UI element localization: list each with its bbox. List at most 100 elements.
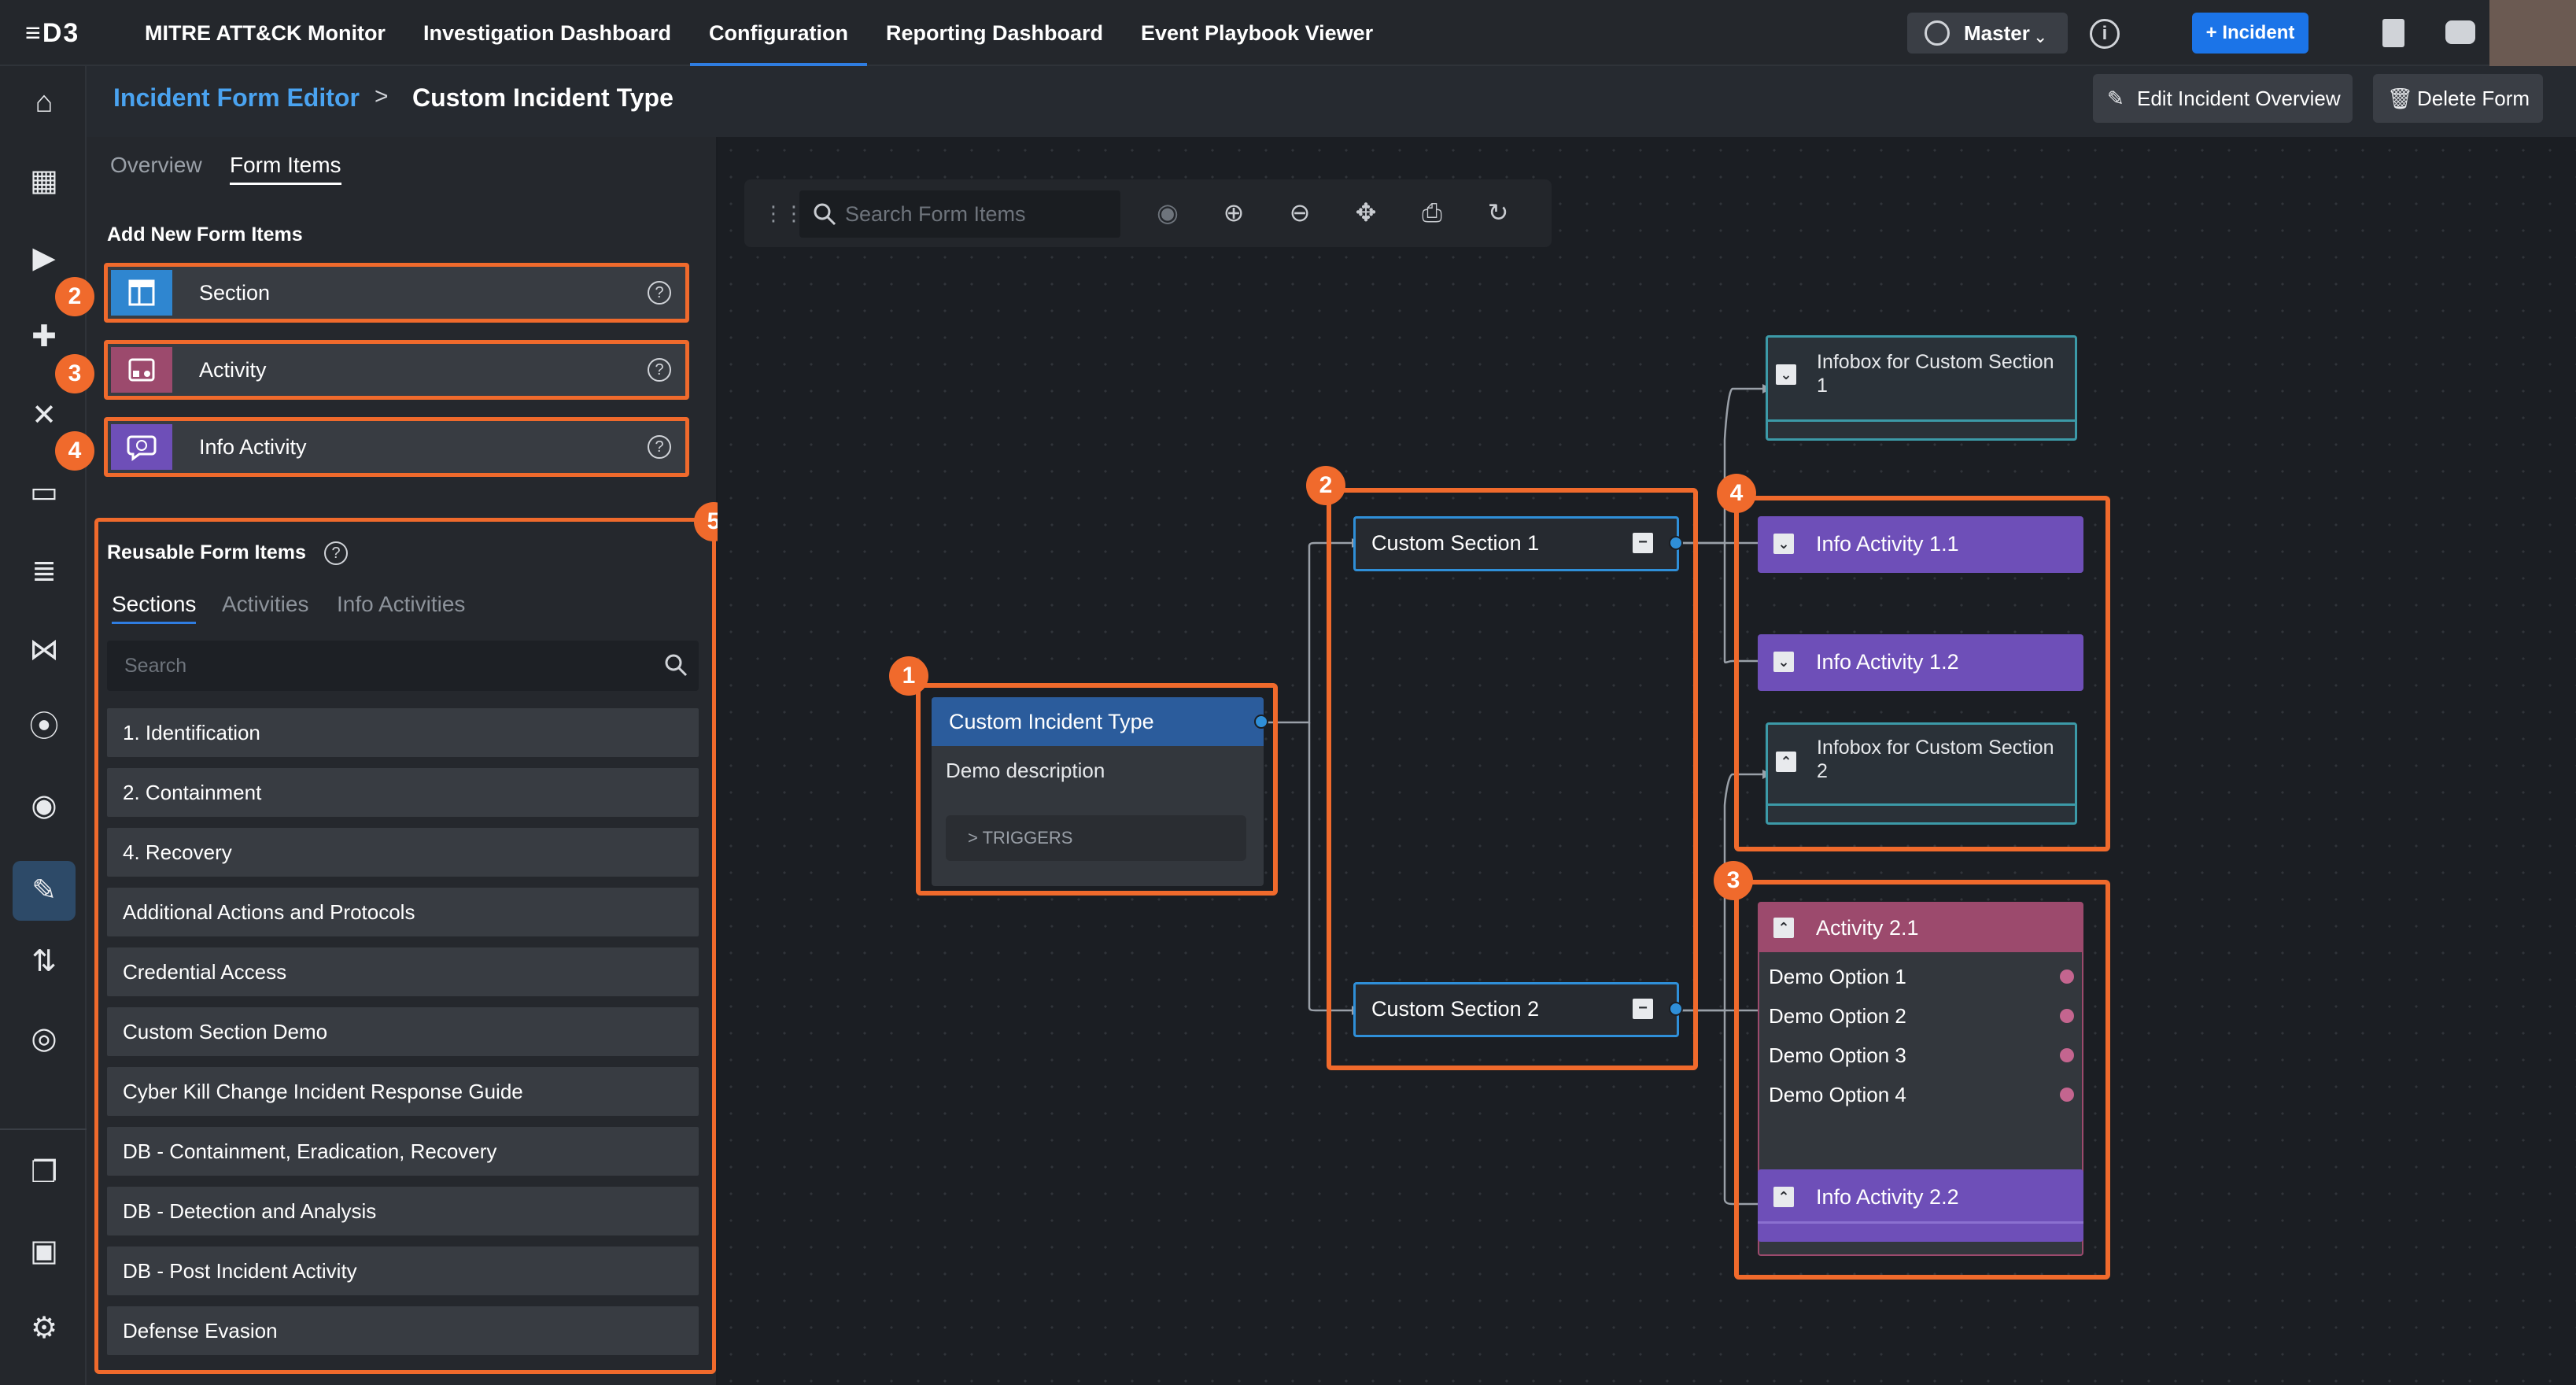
- reusable-search-input[interactable]: [107, 641, 650, 691]
- document-icon[interactable]: [2382, 19, 2404, 47]
- form-editor-icon[interactable]: ✎: [13, 861, 76, 921]
- list-item[interactable]: Additional Actions and Protocols: [107, 888, 699, 936]
- fingerprint-icon[interactable]: ◎: [27, 1021, 61, 1056]
- section-2-output-port[interactable]: [1669, 1002, 1683, 1016]
- tab-form-items[interactable]: Form Items: [230, 153, 341, 185]
- zoom-in-icon[interactable]: ⊕: [1218, 197, 1249, 228]
- list-item[interactable]: Cyber Kill Change Incident Response Guid…: [107, 1067, 699, 1116]
- custom-section-1-node[interactable]: Custom Section 1 −: [1353, 516, 1683, 571]
- search-icon: [814, 203, 836, 226]
- badge-info-activity: 4: [55, 431, 94, 471]
- activity-option[interactable]: Demo Option 4: [1769, 1083, 1906, 1107]
- chat-icon[interactable]: [2445, 20, 2475, 44]
- calendar-play-icon[interactable]: ▦: [27, 164, 61, 198]
- collapse-icon[interactable]: −: [1633, 999, 1653, 1019]
- database-icon[interactable]: ≣: [27, 554, 61, 589]
- help-icon[interactable]: ?: [648, 435, 671, 459]
- infobox-section-1-node[interactable]: ⌄ Infobox for Custom Section 1: [1766, 335, 2077, 441]
- list-item[interactable]: Defense Evasion: [107, 1306, 699, 1355]
- add-activity-button[interactable]: Activity ?: [104, 340, 689, 400]
- search-icon[interactable]: [664, 653, 688, 677]
- option-port[interactable]: [2060, 1009, 2074, 1023]
- help-icon[interactable]: ?: [324, 541, 348, 565]
- collapse-icon[interactable]: ⌃: [1776, 752, 1796, 772]
- subtab-info-activities[interactable]: Info Activities: [337, 592, 465, 617]
- puzzle-icon[interactable]: ✚: [27, 319, 61, 354]
- info-activity-1-1-node[interactable]: ⌄ Info Activity 1.1: [1758, 516, 2083, 573]
- copy-icon[interactable]: ❐: [27, 1155, 61, 1190]
- refresh-icon[interactable]: ↻: [1482, 197, 1514, 228]
- help-icon[interactable]: ?: [648, 281, 671, 305]
- breadcrumb-parent[interactable]: Incident Form Editor: [113, 83, 360, 113]
- sync-icon[interactable]: ⇅: [27, 944, 61, 979]
- canvas-search-input[interactable]: [845, 190, 1113, 238]
- fit-icon[interactable]: ✥: [1350, 197, 1382, 228]
- tab-overview[interactable]: Overview: [110, 153, 202, 178]
- nav-mitre[interactable]: MITRE ATT&CK Monitor: [126, 0, 404, 66]
- collapse-icon[interactable]: ⌃: [1773, 1187, 1794, 1207]
- gear-icon[interactable]: ⚙: [27, 1311, 61, 1346]
- add-section-button[interactable]: Section ?: [104, 263, 689, 323]
- play-icon[interactable]: ▶: [27, 241, 61, 275]
- custom-section-2-node[interactable]: Custom Section 2 −: [1353, 982, 1683, 1037]
- subtab-sections[interactable]: Sections: [112, 592, 197, 624]
- edit-incident-overview-button[interactable]: ✎ Edit Incident Overview: [2093, 74, 2353, 123]
- collapse-icon[interactable]: ⌃: [1773, 918, 1794, 938]
- list-item[interactable]: DB - Containment, Eradication, Recovery: [107, 1127, 699, 1176]
- activity-option[interactable]: Demo Option 3: [1769, 1043, 1906, 1068]
- info-activity-2-2-node[interactable]: ⌃ Info Activity 2.2: [1758, 1169, 2083, 1242]
- list-item[interactable]: 4. Recovery: [107, 828, 699, 877]
- option-port[interactable]: [2060, 1048, 2074, 1062]
- add-new-heading: Add New Form Items: [107, 223, 303, 246]
- d3-logo[interactable]: ≡D3: [25, 16, 79, 50]
- add-info-activity-button[interactable]: Info Activity ?: [104, 417, 689, 477]
- calendar-icon[interactable]: ▭: [27, 475, 61, 510]
- subtab-activities[interactable]: Activities: [222, 592, 308, 617]
- drag-handle-icon[interactable]: ⋮⋮: [763, 201, 804, 227]
- triggers-toggle[interactable]: > TRIGGERS: [946, 815, 1246, 861]
- root-incident-node[interactable]: Custom Incident Type Demo description > …: [932, 697, 1268, 886]
- option-port[interactable]: [2060, 1088, 2074, 1102]
- expand-icon[interactable]: ⌄: [1776, 364, 1796, 385]
- print-icon[interactable]: ⎙: [1416, 197, 1448, 228]
- nav-reporting[interactable]: Reporting Dashboard: [867, 0, 1122, 66]
- section-1-output-port[interactable]: [1669, 536, 1683, 550]
- list-item[interactable]: Custom Section Demo: [107, 1007, 699, 1056]
- folder-user-icon[interactable]: ▣: [27, 1234, 61, 1269]
- info-activity-1-2-node[interactable]: ⌄ Info Activity 1.2: [1758, 634, 2083, 691]
- home-icon[interactable]: ⌂: [27, 85, 61, 120]
- avatar[interactable]: [2489, 0, 2576, 66]
- zoom-out-icon[interactable]: ⊖: [1284, 197, 1316, 228]
- form-canvas[interactable]: ⋮⋮ ◉ ⊕ ⊖ ✥ ⎙ ↻: [718, 137, 2576, 1385]
- list-item[interactable]: 1. Identification: [107, 708, 699, 757]
- expand-icon[interactable]: ⌄: [1773, 534, 1794, 554]
- tools-icon[interactable]: ✕: [27, 398, 61, 433]
- list-item[interactable]: DB - Post Incident Activity: [107, 1246, 699, 1295]
- activity-option[interactable]: Demo Option 1: [1769, 965, 1906, 989]
- new-incident-button[interactable]: + Incident: [2192, 13, 2308, 54]
- infobox-1-title: Infobox for Custom Section 1: [1817, 351, 2054, 397]
- nav-playbook-viewer[interactable]: Event Playbook Viewer: [1122, 0, 1392, 66]
- badge-activity-canvas: 3: [1714, 861, 1753, 900]
- info-icon[interactable]: i: [2090, 19, 2120, 49]
- reusable-heading: Reusable Form Items: [107, 541, 306, 563]
- root-output-port[interactable]: [1254, 715, 1268, 729]
- nav-investigation[interactable]: Investigation Dashboard: [404, 0, 690, 66]
- nav-configuration[interactable]: Configuration: [690, 0, 867, 66]
- graph-icon[interactable]: ⋈: [27, 633, 61, 667]
- help-icon[interactable]: ?: [648, 358, 671, 382]
- list-item[interactable]: Credential Access: [107, 947, 699, 996]
- collapse-icon[interactable]: −: [1633, 533, 1653, 553]
- delete-form-button[interactable]: 🗑 Delete Form: [2373, 74, 2543, 123]
- list-item[interactable]: DB - Detection and Analysis: [107, 1187, 699, 1235]
- globe-user-icon[interactable]: ◉: [27, 789, 61, 823]
- info-activity-2-2-title: Info Activity 2.2: [1816, 1185, 1959, 1209]
- activity-option[interactable]: Demo Option 2: [1769, 1004, 1906, 1029]
- option-port[interactable]: [2060, 970, 2074, 984]
- expand-icon[interactable]: ⌄: [1773, 652, 1794, 672]
- form-items-panel: Overview Form Items Add New Form Items 2…: [55, 137, 733, 1385]
- infobox-section-2-node[interactable]: ⌃ Infobox for Custom Section 2: [1766, 722, 2077, 825]
- antenna-icon[interactable]: ⦿: [27, 710, 61, 744]
- list-item[interactable]: 2. Containment: [107, 768, 699, 817]
- eye-icon[interactable]: ◉: [1152, 197, 1183, 228]
